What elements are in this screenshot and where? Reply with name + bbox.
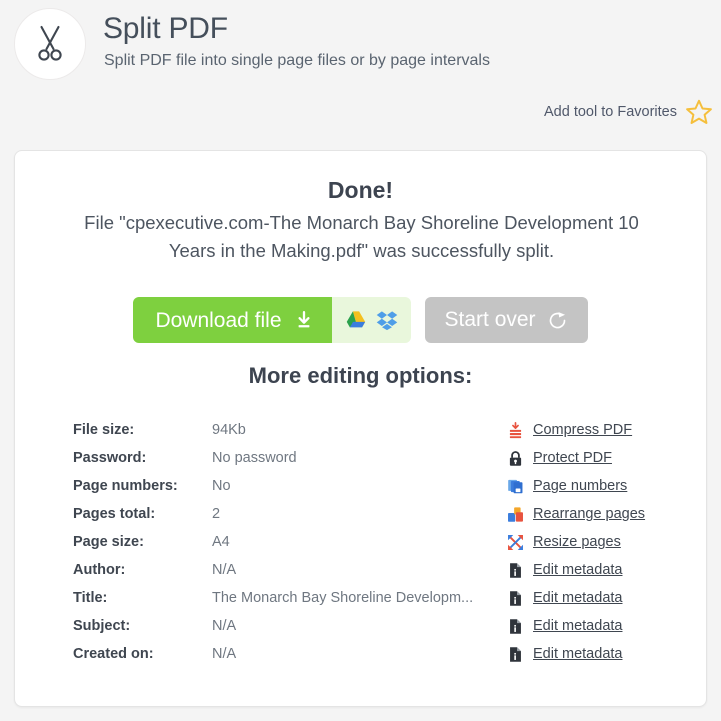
split-pdf-page: Split PDF Split PDF file into single pag…	[0, 0, 721, 721]
metadata-icon	[510, 618, 521, 634]
star-outline-icon[interactable]	[685, 98, 713, 126]
resize-pages-link-wrap[interactable]: Resize pages	[507, 528, 621, 556]
metadata-icon	[510, 646, 521, 662]
page-subtitle: Split PDF file into single page files or…	[104, 52, 490, 69]
cloud-save-box	[331, 297, 411, 343]
option-row: Author: N/A Edit metadata	[15, 556, 706, 584]
metadata-icon	[510, 562, 521, 578]
edit-metadata-link-wrap[interactable]: Edit metadata	[507, 556, 622, 584]
google-drive-icon[interactable]	[345, 309, 367, 331]
page-numbers-icon	[508, 479, 523, 493]
add-to-favorites-button[interactable]: Add tool to Favorites	[544, 98, 713, 126]
edit-metadata-link-wrap[interactable]: Edit metadata	[507, 584, 622, 612]
option-label: Created on:	[73, 646, 154, 662]
more-options-list: File size: 94Kb Compress PDF Password: N…	[15, 416, 706, 668]
option-link[interactable]: Rearrange pages	[533, 500, 645, 528]
rearrange-pages-link-wrap[interactable]: Rearrange pages	[507, 500, 645, 528]
option-row: Created on: N/A Edit metadata	[15, 640, 706, 668]
download-group: Download file	[133, 297, 411, 343]
edit-metadata-link-wrap[interactable]: Edit metadata	[507, 640, 622, 668]
option-value: No	[212, 478, 231, 494]
option-row: Subject: N/A Edit metadata	[15, 612, 706, 640]
option-link[interactable]: Edit metadata	[533, 640, 622, 668]
protect-pdf-link-wrap[interactable]: Protect PDF	[507, 444, 612, 472]
start-over-button[interactable]: Start over	[424, 297, 588, 343]
metadata-icon	[510, 590, 521, 606]
action-buttons: Download file Start over	[15, 297, 706, 343]
option-value: No password	[212, 450, 297, 466]
option-value: N/A	[212, 562, 237, 578]
option-label: Author:	[73, 562, 126, 578]
add-to-favorites-label: Add tool to Favorites	[544, 104, 677, 120]
option-value: 2	[212, 506, 221, 522]
option-value: A4	[212, 534, 230, 550]
option-value: The Monarch Bay Shoreline Developm...	[212, 590, 474, 606]
download-icon	[297, 311, 310, 328]
option-value: N/A	[212, 646, 237, 662]
scissors-icon	[14, 8, 86, 80]
option-label: Title:	[73, 590, 108, 606]
option-link[interactable]: Compress PDF	[533, 416, 632, 444]
option-label: File size:	[73, 422, 135, 438]
option-label: Password:	[73, 450, 147, 466]
option-label: Pages total:	[73, 506, 156, 522]
compress-pdf-link-wrap[interactable]: Compress PDF	[507, 416, 632, 444]
download-file-button[interactable]: Download file	[133, 297, 332, 343]
option-row: Page numbers: No Page numbers	[15, 472, 706, 500]
option-link[interactable]: Edit metadata	[533, 612, 622, 640]
download-file-label: Download file	[155, 308, 282, 332]
dropbox-icon[interactable]	[376, 309, 398, 331]
compress-icon	[509, 421, 522, 438]
option-row: Pages total: 2 Rearrange pages	[15, 500, 706, 528]
option-link[interactable]: Protect PDF	[533, 444, 612, 472]
more-options-heading: More editing options:	[248, 363, 473, 388]
option-link[interactable]: Edit metadata	[533, 556, 622, 584]
result-message: File "cpexecutive.com-The Monarch Bay Sh…	[84, 212, 639, 261]
option-row: Password: No password Protect PDF	[15, 444, 706, 472]
option-link[interactable]: Page numbers	[533, 472, 627, 500]
option-label: Page size:	[73, 534, 144, 550]
start-over-label: Start over	[444, 308, 536, 331]
option-label: Page numbers:	[73, 478, 178, 494]
lock-icon	[509, 450, 522, 466]
option-row: File size: 94Kb Compress PDF	[15, 416, 706, 444]
resize-pages-icon	[508, 534, 523, 550]
refresh-icon	[549, 311, 565, 328]
done-heading: Done!	[327, 177, 394, 203]
option-value: 94Kb	[212, 422, 246, 438]
page-title: Split PDF	[103, 12, 228, 45]
option-link[interactable]: Edit metadata	[533, 584, 622, 612]
option-row: Page size: A4 Resize pages	[15, 528, 706, 556]
edit-metadata-link-wrap[interactable]: Edit metadata	[507, 612, 622, 640]
option-value: N/A	[212, 618, 237, 634]
option-link[interactable]: Resize pages	[533, 528, 621, 556]
result-card: Done! File "cpexecutive.com-The Monarch …	[14, 150, 707, 707]
rearrange-pages-icon	[508, 506, 523, 522]
option-row: Title: The Monarch Bay Shoreline Develop…	[15, 584, 706, 612]
page-header: Split PDF Split PDF file into single pag…	[0, 0, 721, 150]
option-label: Subject:	[73, 618, 131, 634]
page-numbers-link-wrap[interactable]: Page numbers	[507, 472, 627, 500]
